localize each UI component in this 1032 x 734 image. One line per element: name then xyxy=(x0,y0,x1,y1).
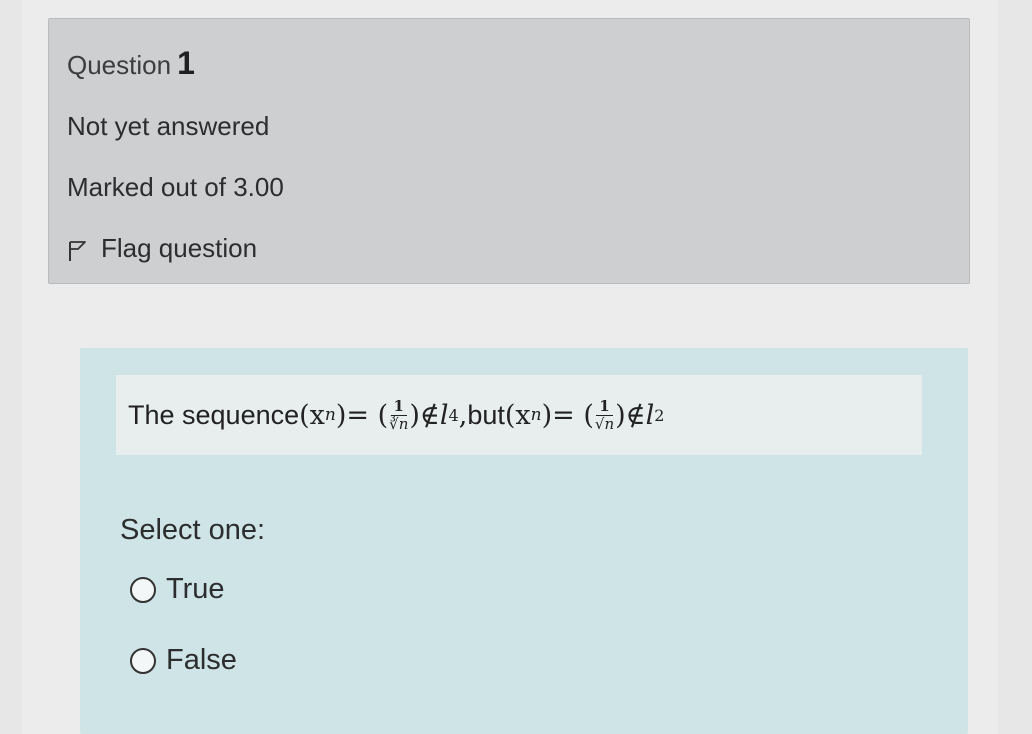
flag-question-label: Flag question xyxy=(101,233,258,263)
option-false[interactable]: False xyxy=(130,644,237,677)
question-grade: Marked out of 3.00 xyxy=(67,172,284,202)
question-label: Question xyxy=(67,50,172,80)
question-text: The sequence (x n) = (1 ∛n) ∉ l4, but (x n)… xyxy=(116,375,922,455)
question-content-panel: The sequence (x n) = (1 ∛n) ∉ l4, but (x n)… xyxy=(80,348,968,734)
radio-false[interactable] xyxy=(130,647,156,674)
option-true[interactable]: True xyxy=(130,573,225,606)
question-number: Question 1 xyxy=(67,45,195,82)
question-text-intro: The sequence xyxy=(128,399,300,430)
flag-question-link[interactable]: Flag question xyxy=(67,233,257,264)
flag-icon xyxy=(67,238,87,261)
question-number-value: 1 xyxy=(177,45,195,81)
radio-true[interactable] xyxy=(130,576,156,603)
question-state: Not yet answered xyxy=(67,111,270,141)
question-info-panel: Question 1 Not yet answered Marked out of… xyxy=(48,18,970,284)
option-true-label: True xyxy=(166,573,225,605)
math-expression-1: (x n) = (1 ∛n) ∉ l4, xyxy=(299,396,468,433)
math-expression-2: (x n) = (1 √n) ∉ l2 xyxy=(504,396,665,433)
fraction-cube-root: 1 ∛n xyxy=(389,396,409,433)
fraction-square-root: 1 √n xyxy=(594,396,615,433)
question-text-but: but xyxy=(467,399,505,430)
option-false-label: False xyxy=(166,644,237,676)
select-one-label: Select one: xyxy=(120,514,266,546)
